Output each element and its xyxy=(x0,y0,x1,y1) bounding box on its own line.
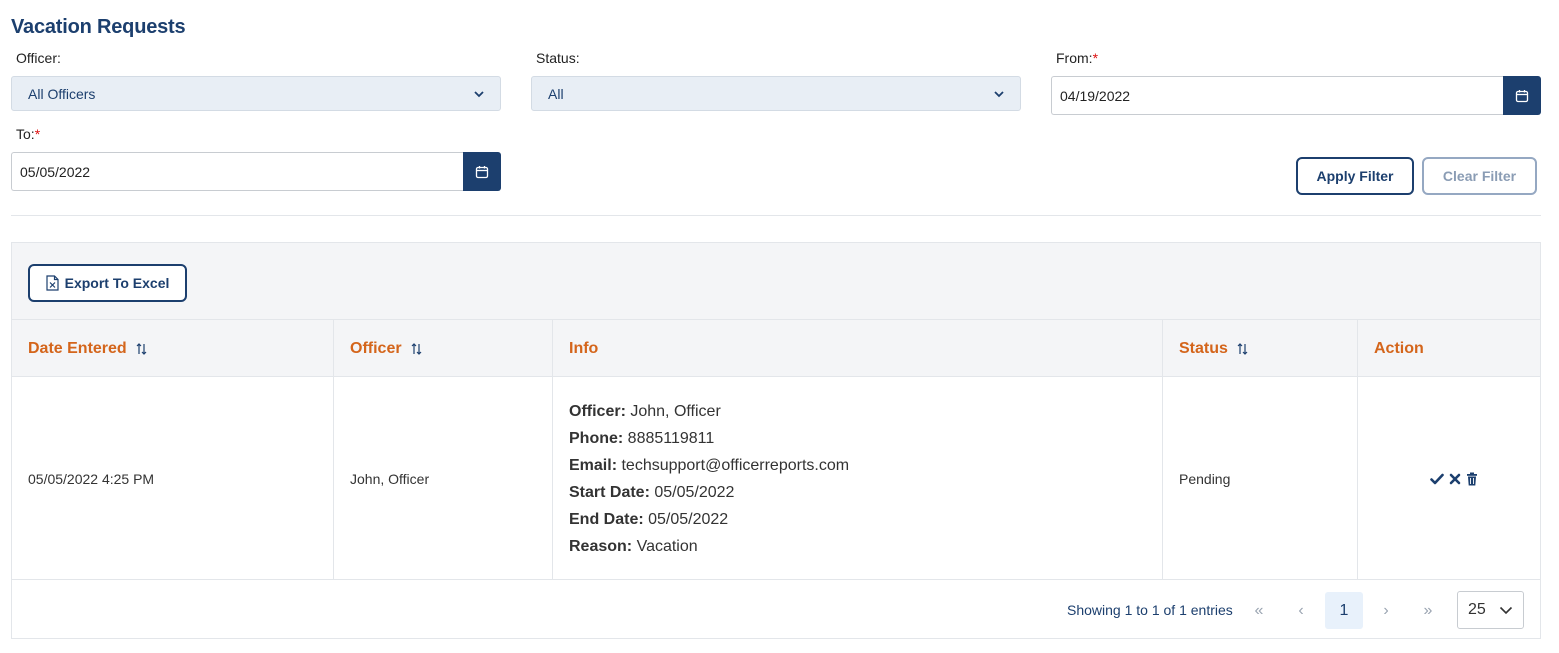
info-label: Officer: xyxy=(569,402,626,420)
officer-filter-label: Officer: xyxy=(16,50,61,66)
calendar-icon xyxy=(1515,89,1529,102)
page-1-button[interactable]: 1 xyxy=(1325,592,1363,629)
column-header-action: Action xyxy=(1358,320,1540,377)
from-date-label: From:* xyxy=(1056,50,1098,66)
info-officer: Officer: John, Officer xyxy=(569,398,849,425)
cell-info: Officer: John, Officer Phone: 8885119811… xyxy=(553,377,1163,580)
export-label: Export To Excel xyxy=(64,275,170,291)
prev-page-button[interactable]: ‹ xyxy=(1282,592,1320,629)
next-page-button[interactable]: › xyxy=(1367,592,1405,629)
from-date-field: 04/19/2022 xyxy=(1051,76,1541,115)
page-size-select[interactable]: 25 xyxy=(1457,591,1524,629)
last-page-button[interactable]: » xyxy=(1409,592,1447,629)
info-value: 05/05/2022 xyxy=(648,510,729,528)
info-value: 05/05/2022 xyxy=(654,483,735,501)
required-mark: * xyxy=(34,126,41,142)
info-reason: Reason: Vacation xyxy=(569,533,849,560)
to-calendar-button[interactable] xyxy=(463,152,501,191)
column-header-date-entered[interactable]: Date Entered xyxy=(12,320,334,377)
x-icon[interactable] xyxy=(1449,473,1461,485)
to-label-text: To: xyxy=(16,126,35,142)
table-header: Date Entered Officer Info Status Action xyxy=(12,320,1540,377)
column-header-officer[interactable]: Officer xyxy=(334,320,553,377)
clear-filter-button[interactable]: Clear Filter xyxy=(1422,157,1537,195)
info-end-date: End Date: 05/05/2022 xyxy=(569,506,849,533)
officer-select[interactable]: All Officers xyxy=(11,76,501,111)
info-label: Reason: xyxy=(569,537,633,555)
sort-icon xyxy=(1237,342,1248,355)
column-header-info: Info xyxy=(553,320,1163,377)
status-select-value: All xyxy=(548,85,564,102)
info-label: Phone: xyxy=(569,429,624,447)
table-row: 05/05/2022 4:25 PM John, Officer Officer… xyxy=(12,377,1540,580)
chevron-down-icon xyxy=(994,90,1004,97)
info-value: techsupport@officerreports.com xyxy=(621,456,850,474)
first-page-button[interactable]: « xyxy=(1240,592,1278,629)
page-size-value: 25 xyxy=(1468,601,1486,618)
calendar-icon xyxy=(475,165,489,178)
cell-date-entered: 05/05/2022 4:25 PM xyxy=(12,377,334,580)
status-filter-label: Status: xyxy=(536,50,580,66)
to-date-label: To:* xyxy=(16,126,40,142)
officer-select-value: All Officers xyxy=(28,85,96,102)
entries-info: Showing 1 to 1 of 1 entries xyxy=(1067,602,1233,618)
chevron-down-icon xyxy=(474,90,484,97)
table-toolbar: Export To Excel xyxy=(12,243,1540,320)
apply-filter-button[interactable]: Apply Filter xyxy=(1296,157,1414,195)
chevron-down-icon xyxy=(1499,606,1513,615)
info-value: 8885119811 xyxy=(627,429,715,447)
excel-file-icon xyxy=(46,275,59,291)
info-email: Email: techsupport@officerreports.com xyxy=(569,452,849,479)
column-header-status[interactable]: Status xyxy=(1163,320,1358,377)
column-header-label: Status xyxy=(1179,339,1228,357)
info-details: Officer: John, Officer Phone: 8885119811… xyxy=(569,398,849,560)
info-value: John, Officer xyxy=(630,402,721,420)
table-footer: Showing 1 to 1 of 1 entries « ‹ 1 › » 25 xyxy=(12,580,1540,640)
sort-icon xyxy=(411,342,422,355)
status-select[interactable]: All xyxy=(531,76,1021,111)
filter-divider xyxy=(11,215,1541,216)
cell-status: Pending xyxy=(1163,377,1358,580)
info-phone: Phone: 8885119811 xyxy=(569,425,849,452)
from-label-text: From: xyxy=(1056,50,1093,66)
column-header-label: Action xyxy=(1374,339,1424,357)
from-date-input[interactable]: 04/19/2022 xyxy=(1051,76,1503,115)
cell-action xyxy=(1358,377,1540,580)
to-date-input[interactable]: 05/05/2022 xyxy=(11,152,463,191)
requests-table-panel: Export To Excel Date Entered Officer Inf… xyxy=(11,242,1541,639)
to-date-field: 05/05/2022 xyxy=(11,152,501,191)
from-calendar-button[interactable] xyxy=(1503,76,1541,115)
export-to-excel-button[interactable]: Export To Excel xyxy=(28,264,187,302)
info-label: Start Date: xyxy=(569,483,650,501)
column-header-label: Officer xyxy=(350,339,402,357)
info-start-date: Start Date: 05/05/2022 xyxy=(569,479,849,506)
column-header-label: Info xyxy=(569,339,599,357)
required-mark: * xyxy=(1092,50,1099,66)
column-header-label: Date Entered xyxy=(28,339,127,357)
info-value: Vacation xyxy=(636,537,698,555)
trash-icon[interactable] xyxy=(1466,472,1478,486)
check-icon[interactable] xyxy=(1430,473,1444,485)
row-actions xyxy=(1430,472,1478,486)
info-label: End Date: xyxy=(569,510,644,528)
info-label: Email: xyxy=(569,456,618,474)
page-title: Vacation Requests xyxy=(11,16,186,38)
sort-icon xyxy=(136,342,147,355)
cell-officer: John, Officer xyxy=(334,377,553,580)
